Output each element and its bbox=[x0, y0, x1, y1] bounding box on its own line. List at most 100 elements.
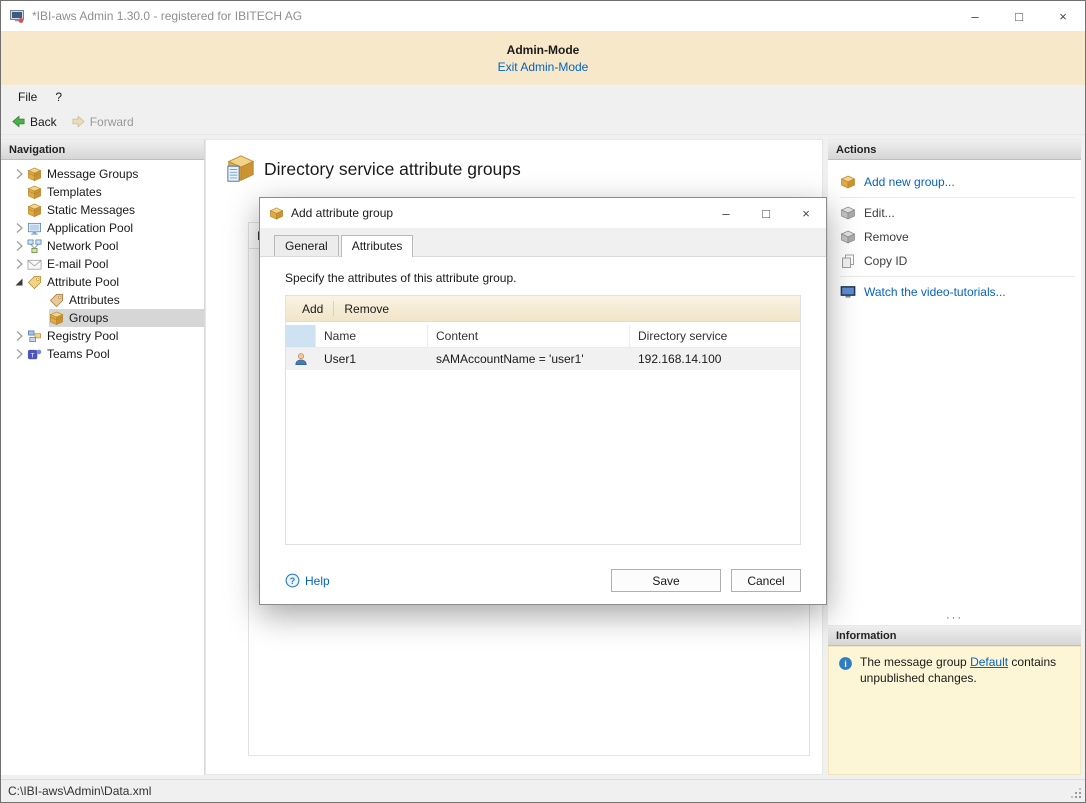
forward-arrow-icon bbox=[71, 114, 86, 129]
menu-bar: File ? bbox=[1, 85, 1085, 109]
sidebar-item-application-pool[interactable]: Application Pool bbox=[1, 219, 204, 237]
chevron-right-icon[interactable] bbox=[11, 346, 27, 362]
navigation-panel: Navigation Message Groups Templates Stat… bbox=[1, 139, 205, 775]
templates-icon bbox=[27, 185, 42, 200]
dialog-footer: ? Help Save Cancel bbox=[285, 569, 801, 592]
right-column: Actions Add new group... Edit... Remove bbox=[828, 139, 1081, 775]
information-message: The message group Default contains unpub… bbox=[860, 655, 1071, 687]
tab-attributes[interactable]: Attributes bbox=[341, 235, 414, 257]
table-row[interactable]: User1 sAMAccountName = 'user1' 192.168.1… bbox=[286, 348, 800, 370]
action-label: Watch the video-tutorials... bbox=[864, 285, 1006, 299]
default-group-link[interactable]: Default bbox=[970, 655, 1008, 669]
app-icon bbox=[9, 8, 25, 24]
row-name-cell: User1 bbox=[316, 352, 428, 366]
action-watch-video-tutorials[interactable]: Watch the video-tutorials... bbox=[828, 280, 1081, 304]
separator bbox=[840, 276, 1075, 277]
content-column-header[interactable]: Content bbox=[428, 325, 630, 347]
action-label: Copy ID bbox=[864, 254, 907, 268]
window-title: *IBI-aws Admin 1.30.0 - registered for I… bbox=[32, 9, 953, 23]
dialog-icon bbox=[269, 206, 284, 221]
tab-general[interactable]: General bbox=[274, 235, 339, 256]
minimize-button[interactable]: – bbox=[953, 1, 997, 31]
remove-icon bbox=[840, 229, 856, 245]
resize-grip[interactable] bbox=[1070, 787, 1082, 799]
dialog-description: Specify the attributes of this attribute… bbox=[285, 271, 801, 285]
dialog-maximize-button[interactable]: □ bbox=[746, 198, 786, 228]
svg-text:?: ? bbox=[290, 576, 295, 586]
sidebar-item-label: Attribute Pool bbox=[47, 275, 119, 289]
maximize-button[interactable]: □ bbox=[997, 1, 1041, 31]
sidebar-item-attribute-pool[interactable]: Attribute Pool bbox=[1, 273, 204, 291]
teams-pool-icon: T bbox=[27, 347, 42, 362]
actions-header: Actions bbox=[828, 139, 1081, 160]
chevron-right-icon[interactable] bbox=[11, 256, 27, 272]
svg-text:T: T bbox=[31, 352, 35, 359]
forward-button[interactable]: Forward bbox=[71, 114, 134, 129]
sidebar-item-templates[interactable]: Templates bbox=[1, 183, 204, 201]
back-label: Back bbox=[30, 115, 57, 129]
action-edit[interactable]: Edit... bbox=[828, 201, 1081, 225]
back-button[interactable]: Back bbox=[11, 114, 57, 129]
chevron-right-icon[interactable] bbox=[11, 220, 27, 236]
edit-icon bbox=[840, 205, 856, 221]
chevron-right-icon[interactable] bbox=[11, 166, 27, 182]
dialog-close-button[interactable]: × bbox=[786, 198, 826, 228]
chevron-placeholder bbox=[11, 202, 27, 218]
attribute-groups-icon bbox=[226, 154, 256, 184]
name-column-header[interactable]: Name bbox=[316, 325, 428, 347]
sidebar-item-email-pool[interactable]: E-mail Pool bbox=[1, 255, 204, 273]
sidebar-item-label: Application Pool bbox=[47, 221, 133, 235]
chevron-right-icon[interactable] bbox=[11, 238, 27, 254]
help-link[interactable]: ? Help bbox=[285, 573, 330, 588]
video-icon bbox=[840, 284, 856, 300]
menu-file[interactable]: File bbox=[9, 85, 46, 109]
cancel-button[interactable]: Cancel bbox=[731, 569, 801, 592]
application-pool-icon bbox=[27, 221, 42, 236]
panel-splitter-handle[interactable]: ··· bbox=[828, 611, 1081, 625]
sidebar-item-network-pool[interactable]: Network Pool bbox=[1, 237, 204, 255]
sidebar-item-registry-pool[interactable]: Registry Pool bbox=[1, 327, 204, 345]
action-label: Edit... bbox=[864, 206, 895, 220]
page-title: Directory service attribute groups bbox=[264, 159, 521, 180]
status-bar: C:\IBI-aws\Admin\Data.xml bbox=[1, 779, 1085, 802]
chevron-right-icon[interactable] bbox=[11, 328, 27, 344]
dialog-window-controls: – □ × bbox=[706, 198, 826, 228]
attributes-table-header: Name Content Directory service bbox=[286, 325, 800, 348]
remove-attribute-button[interactable]: Remove bbox=[334, 302, 399, 316]
chevron-expanded-icon[interactable] bbox=[11, 274, 27, 290]
back-arrow-icon bbox=[11, 114, 26, 129]
window-controls: – □ × bbox=[953, 1, 1085, 31]
separator bbox=[840, 197, 1075, 198]
action-remove[interactable]: Remove bbox=[828, 225, 1081, 249]
sidebar-item-teams-pool[interactable]: T Teams Pool bbox=[1, 345, 204, 363]
page-title-block: Directory service attribute groups bbox=[226, 154, 521, 184]
sidebar-item-label: Network Pool bbox=[47, 239, 118, 253]
add-attribute-button[interactable]: Add bbox=[292, 302, 333, 316]
sidebar-item-static-messages[interactable]: Static Messages bbox=[1, 201, 204, 219]
add-group-icon bbox=[840, 174, 856, 190]
title-bar: *IBI-aws Admin 1.30.0 - registered for I… bbox=[1, 1, 1085, 31]
icon-column-header[interactable] bbox=[286, 325, 316, 347]
close-button[interactable]: × bbox=[1041, 1, 1085, 31]
sidebar-item-label: Teams Pool bbox=[47, 347, 110, 361]
directory-service-column-header[interactable]: Directory service bbox=[630, 325, 800, 347]
information-panel: i The message group Default contains unp… bbox=[828, 646, 1081, 775]
forward-label: Forward bbox=[90, 115, 134, 129]
attributes-toolbar: Add Remove bbox=[286, 296, 800, 322]
row-icon-cell bbox=[286, 352, 316, 366]
sidebar-item-groups[interactable]: Groups bbox=[49, 309, 204, 327]
action-copy-id[interactable]: Copy ID bbox=[828, 249, 1081, 273]
save-button[interactable]: Save bbox=[611, 569, 721, 592]
info-text-before: The message group bbox=[860, 655, 970, 669]
menu-help[interactable]: ? bbox=[46, 85, 71, 109]
admin-mode-title: Admin-Mode bbox=[507, 43, 580, 57]
data-file-path: C:\IBI-aws\Admin\Data.xml bbox=[8, 784, 151, 798]
attribute-pool-icon bbox=[27, 275, 42, 290]
sidebar-item-message-groups[interactable]: Message Groups bbox=[1, 165, 204, 183]
action-add-new-group[interactable]: Add new group... bbox=[828, 170, 1081, 194]
exit-admin-mode-link[interactable]: Exit Admin-Mode bbox=[498, 60, 589, 74]
sidebar-item-label: Message Groups bbox=[47, 167, 138, 181]
sidebar-item-attributes[interactable]: Attributes bbox=[49, 291, 204, 309]
action-label: Add new group... bbox=[864, 175, 955, 189]
dialog-minimize-button[interactable]: – bbox=[706, 198, 746, 228]
